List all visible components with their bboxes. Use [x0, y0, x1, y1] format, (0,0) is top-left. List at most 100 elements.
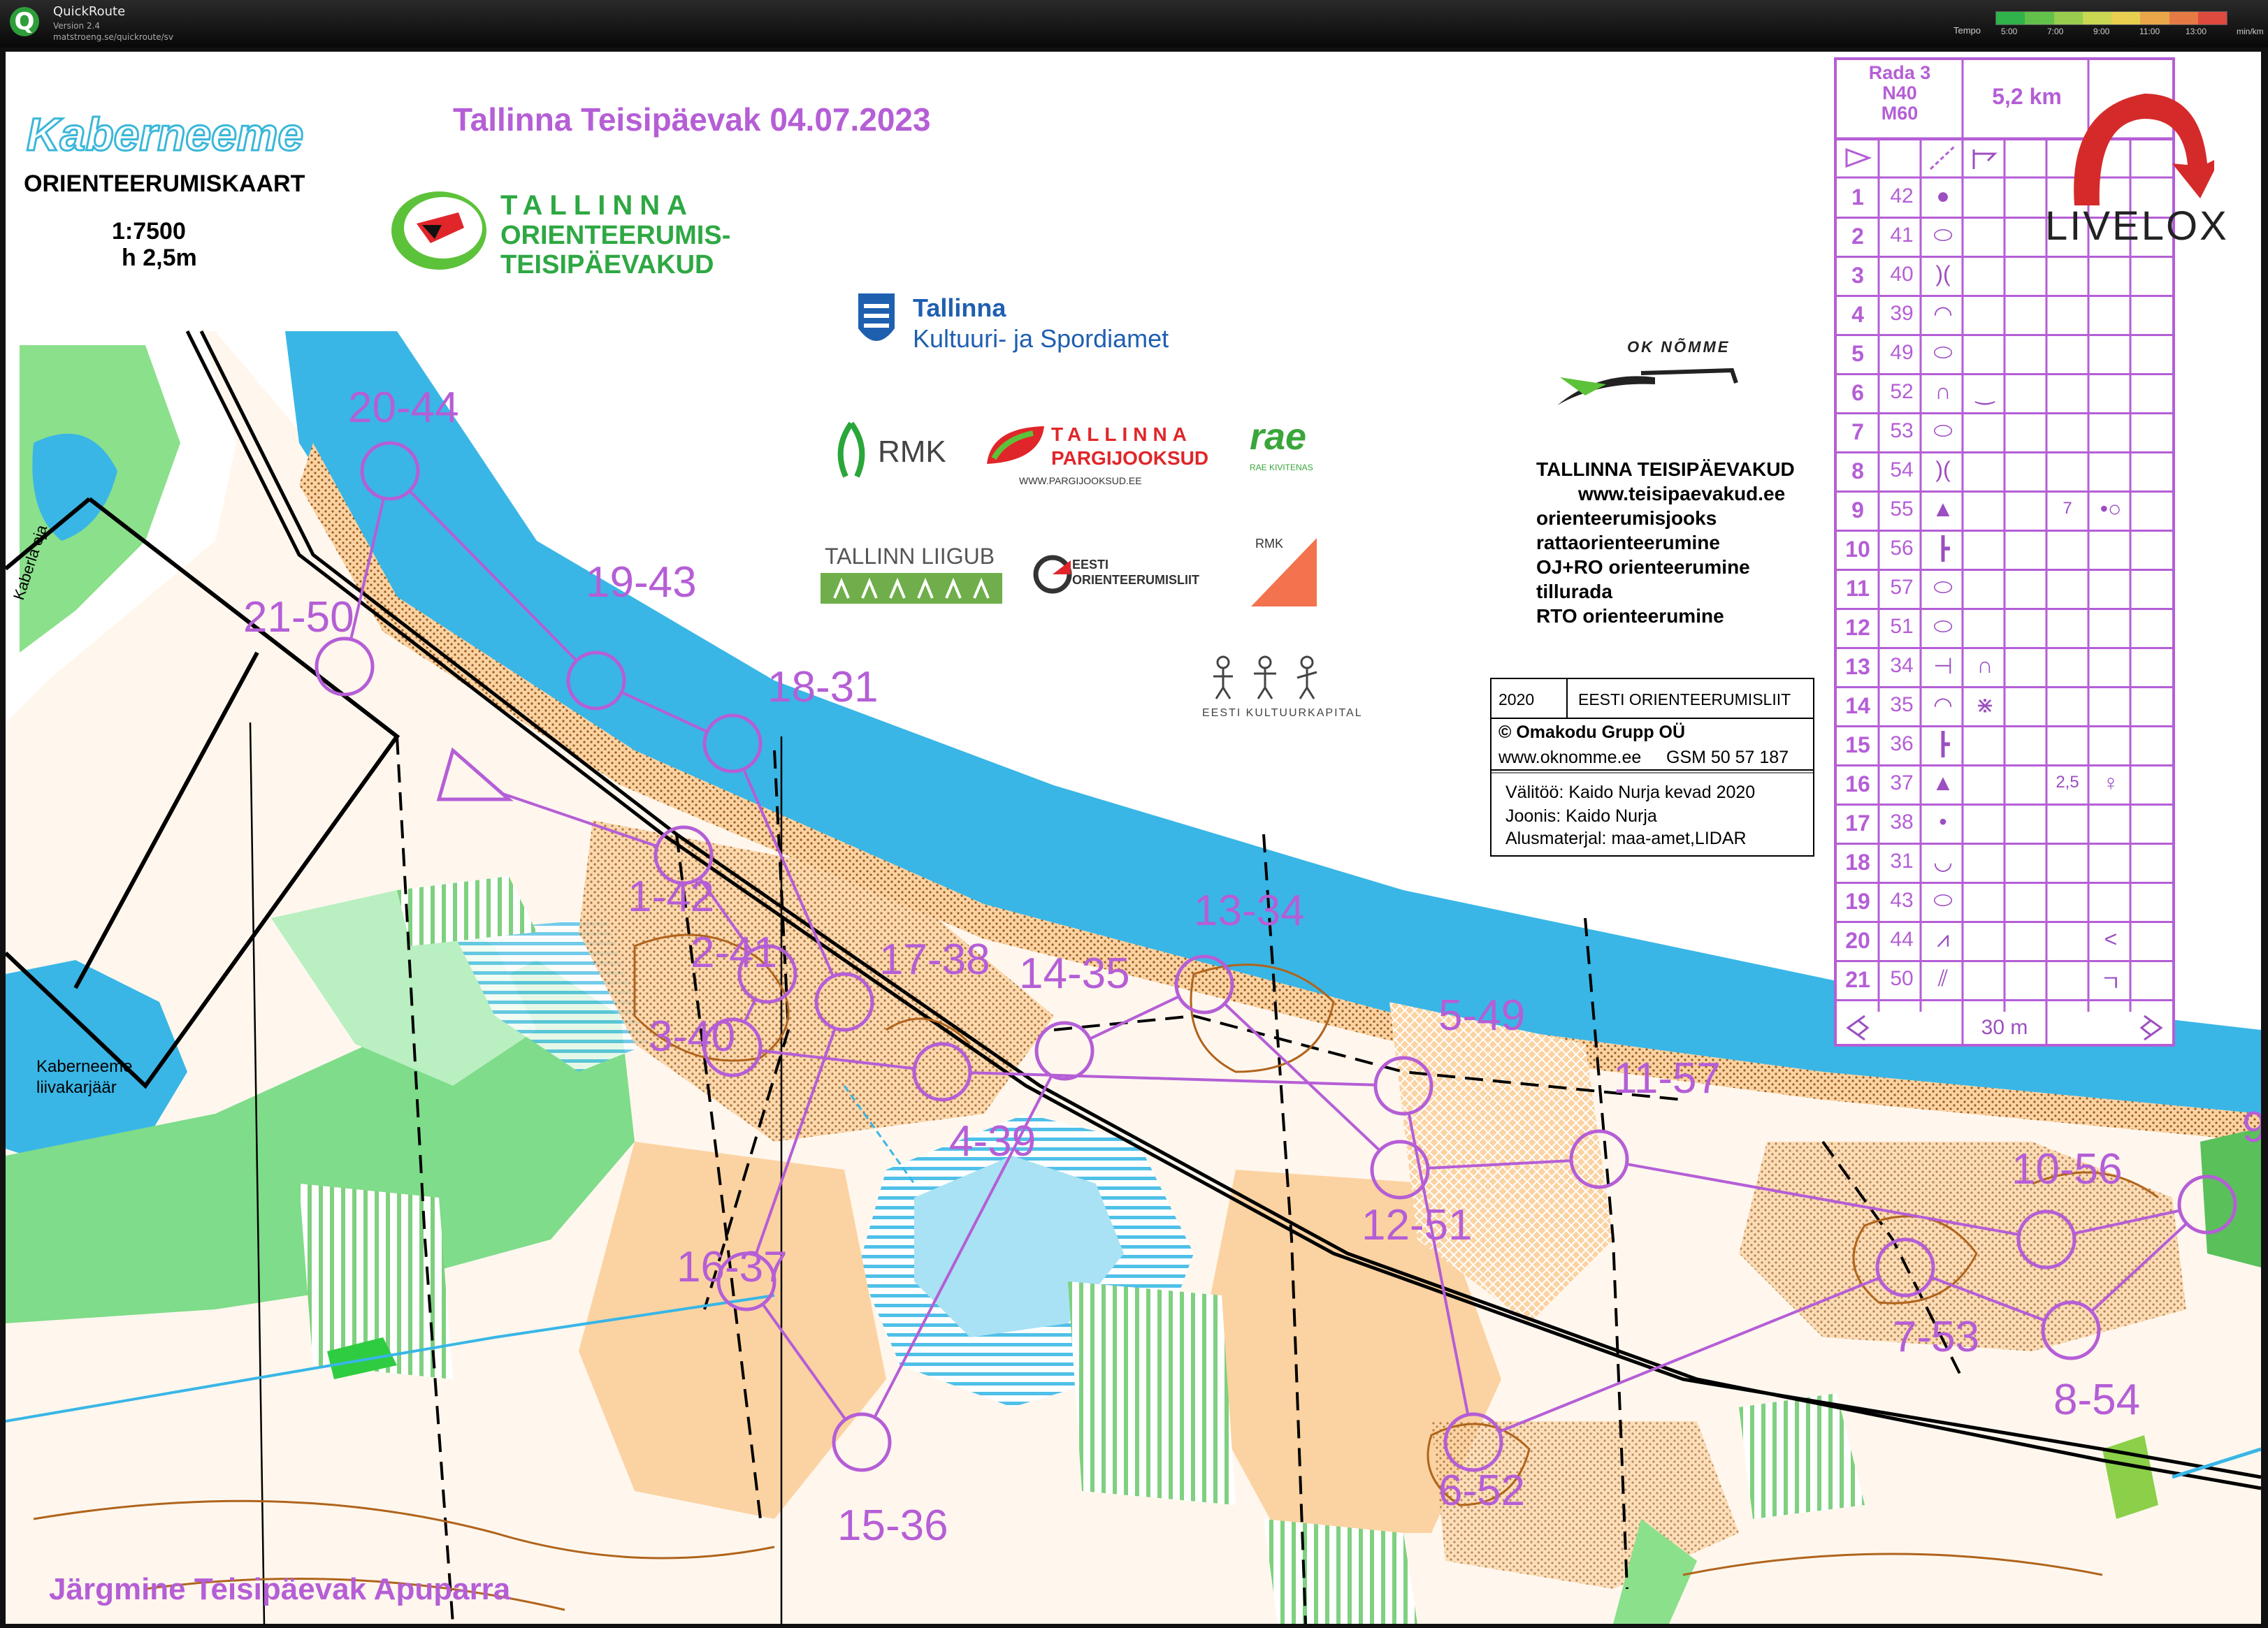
cd-control-number: 21: [1845, 967, 1870, 992]
control-label: 14-35: [1019, 950, 1130, 998]
orienteering-map[interactable]: 1-42 2-41 3-40 4-39 5-49 6-52 7-53 8-54 9-55 10-5…: [6, 52, 2261, 1624]
livelox-logo: LIVELOX: [2045, 203, 2229, 249]
cd-control-number: 9: [1851, 497, 1864, 523]
tempo-color-scale: [1995, 11, 2227, 25]
cd-control-code: 34: [1890, 654, 1914, 677]
control-label: 19-43: [586, 558, 697, 606]
cd-control-code: 51: [1890, 615, 1914, 638]
cd-control-row: 18 31 ◡: [1837, 843, 2172, 884]
cd-control-number: 18: [1845, 850, 1870, 875]
map-name: Kaberneeme: [25, 108, 304, 161]
info-line: orienteerumisjooks: [1536, 507, 1717, 529]
cd-control-code: 56: [1890, 537, 1914, 560]
tempo-tick: 11:00: [2139, 27, 2160, 36]
cd-feature-symbol: ▲: [1932, 496, 1954, 521]
map-credits-box: 2020 EESTI ORIENTEERUMISLIIT © Omakodu G…: [1490, 678, 1814, 857]
cd-control-row: 17 38 •: [1837, 804, 2172, 845]
control-label: 5-49: [1438, 991, 1525, 1040]
cd-control-code: 52: [1890, 380, 1914, 403]
cd-control-number: 11: [1846, 576, 1870, 601]
tempo-color-step: [2025, 12, 2054, 24]
cd-control-number: 19: [1845, 889, 1870, 914]
cd-finish-row: 30 m: [1837, 1012, 2172, 1044]
cd-feature-symbol: ⩘: [1936, 926, 1950, 952]
info-line[interactable]: www.teisipaevakud.ee: [1536, 481, 1795, 506]
cd-feature-symbol: ⬭: [1933, 418, 1953, 443]
credit-year: 2020: [1498, 690, 1535, 708]
cd-control-row: 11 57 ⬭: [1837, 569, 2172, 610]
tempo-color-step: [2169, 12, 2198, 24]
cd-control-row: 6 52 ∩ ‿: [1837, 373, 2172, 414]
credit-copyright: © Omakodu Grupp OÜ: [1498, 722, 1686, 742]
cd-feature-symbol: ⫽: [1937, 966, 1949, 991]
pargijooksud-leaf-icon: [987, 426, 1044, 464]
tallinn-crest-icon: [858, 293, 895, 341]
tallinn-name: Tallinna: [913, 293, 1006, 322]
tempo-tick: 5:00: [2001, 27, 2018, 36]
ok-nomme-text: OK NÕMME: [1627, 338, 1731, 356]
cd-dimension: 7: [2063, 499, 2072, 518]
rmk-orange-logo: RMK: [1247, 534, 1324, 618]
cd-feature-symbol: ⬭: [1933, 613, 1953, 639]
cd-feature-symbol: ◡: [1933, 849, 1953, 874]
cd-feature-symbol: ⬭: [1933, 574, 1953, 599]
cd-control-code: 42: [1890, 184, 1914, 208]
control-label: 15-36: [837, 1502, 948, 1550]
rmk-orange-text: RMK: [1255, 537, 1283, 551]
teisipaevakud-emblem-icon: [391, 191, 486, 270]
control-label: 13-34: [1194, 887, 1305, 935]
cd-control-row: 3 40)(: [1837, 256, 2172, 297]
credit-base: Alusmaterjal: maa-amet,LIDAR: [1505, 829, 1747, 848]
cd-control-row: 12 51 ⬭: [1837, 608, 2172, 649]
map-type: ORIENTEERUMISKAART: [24, 170, 305, 197]
cd-finish-distance: 30 m: [1981, 1016, 2028, 1039]
cd-control-code: 40: [1890, 263, 1914, 286]
cd-control-row: 4 39 ◠: [1837, 295, 2172, 336]
app-url[interactable]: matstroeng.se/quickroute/sv: [53, 32, 173, 42]
tempo-color-step: [2140, 12, 2169, 24]
cd-control-code: 38: [1890, 811, 1914, 834]
tempo-label: Tempo: [1953, 25, 1981, 36]
cd-feature-symbol: ◠: [1933, 301, 1953, 326]
cd-feature-symbol: ▲: [1932, 770, 1954, 795]
control-label: 18-31: [767, 663, 879, 711]
liigub-text: TALLINN LIIGUB: [825, 544, 995, 569]
cd-feature-symbol: ┣: [1936, 732, 1950, 757]
cd-control-number: 5: [1851, 341, 1864, 366]
control-label: 21-50: [243, 593, 354, 641]
teisipaevakud-line-3: TEISIPÄEVAKUD: [500, 250, 714, 279]
cd-control-code: 35: [1890, 693, 1914, 716]
cd-control-number: 10: [1845, 537, 1870, 562]
eol-emblem-icon: [1033, 555, 1072, 594]
pargijooksud-logo: TALLINNA PARGIJOOKSUD WWW.PARGIJOOKSUD.E…: [984, 422, 1208, 499]
cd-feature-symbol: ⬭: [1933, 887, 1953, 913]
teisipaevakud-line-2: ORIENTEERUMIS-: [500, 221, 731, 250]
cd-feature-symbol: ⬭: [1933, 340, 1953, 365]
cd-control-number: 8: [1851, 458, 1864, 484]
tempo-color-step: [2053, 12, 2083, 24]
cd-control-number: 20: [1845, 928, 1870, 953]
cd-feature-symbol: ◠: [1933, 692, 1953, 718]
cd-location-symbol: ㄱ: [2100, 971, 2121, 996]
ok-nomme-swoosh-icon: [1557, 368, 1738, 405]
cd-control-code: 57: [1890, 576, 1914, 599]
cd-class-1: N40: [1882, 82, 1917, 103]
cd-control-number: 13: [1845, 654, 1870, 679]
cd-course-title: Rada 3: [1868, 62, 1931, 83]
credit-drawing: Joonis: Kaido Nurja: [1505, 806, 1657, 826]
cd-control-code: 55: [1890, 497, 1914, 521]
map-scale: 1:7500: [112, 218, 186, 245]
tempo-color-step: [2111, 12, 2141, 24]
tallinn-liigub-logo: TALLINN LIIGUB: [816, 541, 1005, 611]
rmk-text: RMK: [878, 435, 946, 469]
cd-control-number: 17: [1845, 811, 1870, 836]
cd-control-code: 50: [1890, 967, 1914, 990]
cd-control-number: 7: [1851, 419, 1864, 444]
control-label: 4-39: [949, 1117, 1036, 1165]
cd-control-number: 14: [1845, 693, 1870, 718]
cd-control-number: 6: [1851, 380, 1864, 405]
credit-survey: Välitöö: Kaido Nurja kevad 2020: [1505, 783, 1756, 802]
cd-control-code: 37: [1890, 771, 1914, 794]
control-label: 17-38: [879, 936, 990, 984]
event-info-block: TALLINNA TEISIPÄEVAKUD www.teisipaevakud.…: [1536, 457, 1795, 628]
